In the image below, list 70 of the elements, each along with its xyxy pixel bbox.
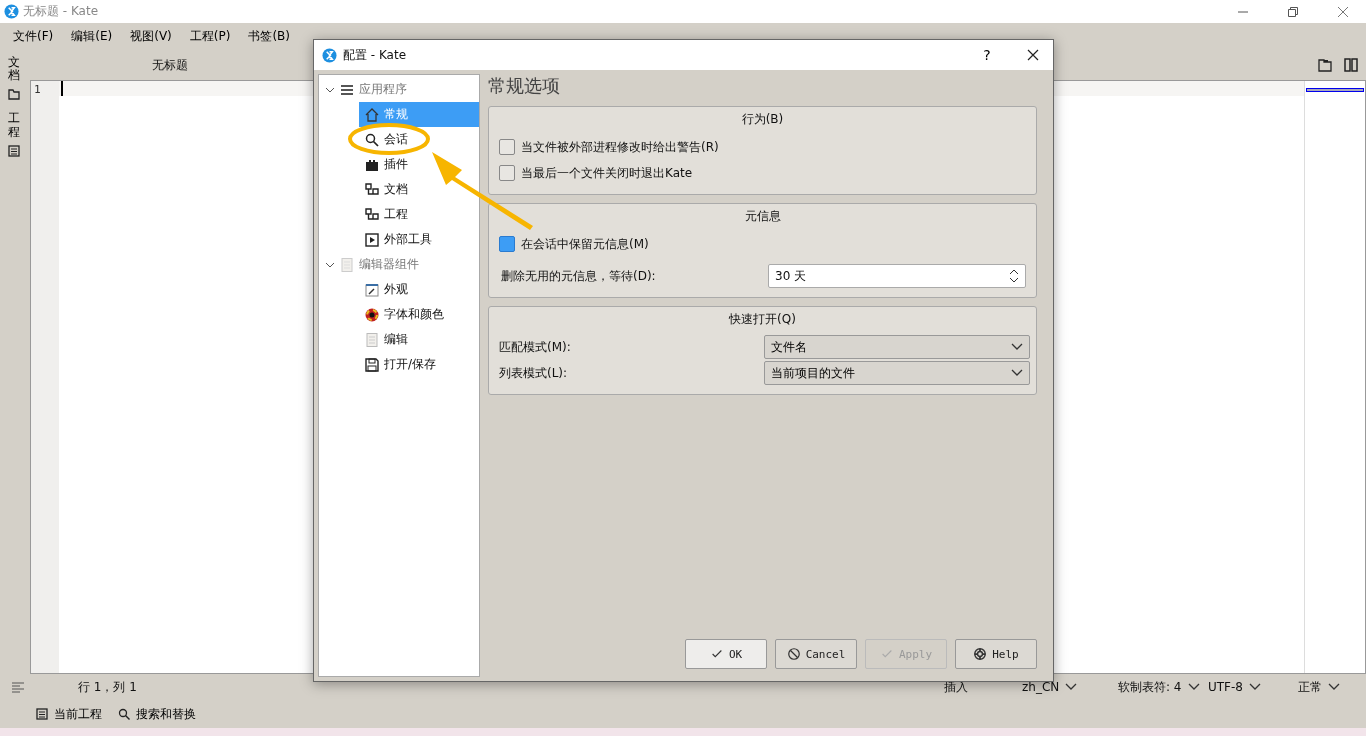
search-icon [118, 708, 130, 720]
list-icon[interactable] [8, 144, 20, 157]
checkbox[interactable] [499, 139, 515, 155]
tool-view-button[interactable]: 搜索和替换 [118, 705, 196, 723]
dropdown[interactable]: 当前项目的文件 [764, 361, 1030, 385]
cursor-position: 行 1，列 1 [78, 678, 137, 696]
tree-item[interactable]: 外观 [319, 277, 479, 302]
menu-item[interactable]: 编辑(E) [62, 28, 122, 45]
tree-item[interactable]: 工程 [319, 202, 479, 227]
window-title: 无标题 - Kate [23, 3, 100, 20]
document-tab[interactable]: 无标题 [30, 56, 310, 74]
group-title: 行为(B) [740, 111, 785, 128]
side-tab[interactable]: 工程 [8, 112, 20, 139]
menu-item[interactable]: 文件(F) [4, 28, 63, 45]
indent-selector[interactable]: 软制表符: 4 [1118, 678, 1182, 696]
line-number: 1 [34, 83, 42, 96]
tree-item[interactable]: 文档 [319, 177, 479, 202]
close-icon[interactable] [1027, 49, 1039, 61]
checkbox[interactable] [499, 165, 515, 181]
group-title: 快速打开(Q) [728, 311, 797, 328]
menu-item[interactable]: 工程(P) [180, 28, 240, 45]
dialog-button[interactable]: Help [955, 639, 1037, 669]
cancel-icon [786, 647, 801, 661]
spin-arrows-icon[interactable] [1009, 268, 1019, 284]
folder-icon[interactable] [8, 88, 20, 101]
text-cursor [61, 81, 63, 96]
tree-item[interactable]: 编辑器组件 [319, 252, 479, 277]
side-tab[interactable]: 文档 [8, 56, 20, 83]
spin-field[interactable]: 30 天 [768, 264, 1026, 288]
tool-view-button[interactable]: 当前工程 [36, 705, 102, 723]
checkbox-label: 当最后一个文件关闭时退出Kate [521, 164, 694, 182]
group-title: 元信息 [743, 208, 782, 225]
tree-item[interactable]: 会话 [319, 127, 479, 152]
checkbox-label: 在会话中保留元信息(M) [521, 235, 650, 253]
play-icon [364, 231, 380, 248]
menu-item[interactable]: 视图(V) [121, 28, 181, 45]
color-wheel-icon [364, 306, 380, 323]
help-button[interactable]: ? [967, 46, 1007, 64]
tree-item[interactable]: 字体和颜色 [319, 302, 479, 327]
list-icon [36, 708, 48, 720]
search-icon [364, 131, 380, 148]
app-logo-icon [4, 4, 19, 19]
dialog-button[interactable]: OK [685, 639, 767, 669]
app-logo-icon [322, 47, 337, 63]
field-label: 列表模式(L): [499, 364, 569, 382]
checkbox[interactable] [499, 236, 515, 252]
restore-icon[interactable] [1287, 5, 1299, 18]
split-view-icon[interactable] [1344, 58, 1358, 72]
save-icon [364, 356, 380, 373]
home-icon [364, 106, 380, 123]
tree-item[interactable]: 打开/保存 [319, 352, 479, 377]
menu-item[interactable]: 书签(B) [239, 28, 299, 45]
input-mode-selector[interactable]: 正常 [1298, 678, 1322, 696]
pen-icon [364, 281, 380, 298]
tree-item[interactable]: 插件 [319, 152, 479, 177]
tree-item[interactable]: 编辑 [319, 327, 479, 352]
encoding-selector[interactable]: UTF-8 [1208, 680, 1243, 694]
tree-icon [364, 181, 380, 198]
field-label: 匹配模式(M): [499, 338, 572, 356]
dialog-title: 配置 - Kate [343, 46, 408, 64]
tree-item[interactable]: 应用程序 [319, 77, 479, 102]
dialog-button[interactable]: Cancel [775, 639, 857, 669]
tree-item[interactable]: 外部工具 [319, 227, 479, 252]
lifebuoy-icon [973, 647, 988, 661]
language-selector[interactable]: zh_CN [1022, 680, 1060, 694]
tree-icon [364, 206, 380, 223]
page-title: 常规选项 [487, 74, 561, 98]
dropdown[interactable]: 文件名 [764, 335, 1030, 359]
field-label: 删除无用的元信息，等待(D): [501, 267, 657, 285]
checkbox-label: 当文件被外部进程修改时给出警告(R) [521, 138, 720, 156]
